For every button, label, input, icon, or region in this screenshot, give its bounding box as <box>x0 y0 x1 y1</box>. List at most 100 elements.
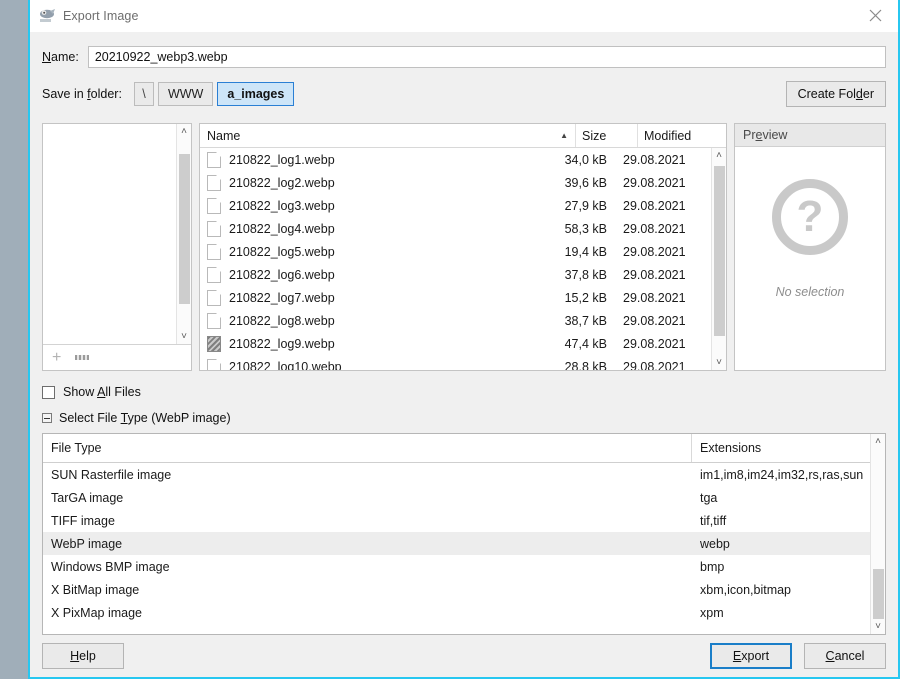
breadcrumb-item-root[interactable]: \ <box>133 82 154 106</box>
table-row[interactable]: 210822_log2.webp 39,6 kB 29.08.2021 <box>200 171 711 194</box>
table-row[interactable]: X PixMap image xpm <box>43 601 870 624</box>
document-icon <box>207 243 221 260</box>
file-type-extensions: xpm <box>700 605 724 620</box>
table-row[interactable]: 210822_log9.webp 47,4 kB 29.08.2021 <box>200 332 711 355</box>
table-row[interactable]: SUN Rasterfile image im1,im8,im24,im32,rs… <box>43 463 870 486</box>
file-name: 210822_log2.webp <box>229 175 335 190</box>
show-all-files-row[interactable]: Show All Files <box>42 383 886 401</box>
file-list-scrollbar[interactable]: ˄ ˅ <box>711 148 726 370</box>
file-list-body: 210822_log1.webp 34,0 kB 29.08.2021 210822… <box>200 148 726 370</box>
file-list-scrollbar-thumb[interactable] <box>714 166 725 336</box>
file-name: 210822_log10.webp <box>229 359 342 371</box>
table-row[interactable]: 210822_log6.webp 37,8 kB 29.08.2021 <box>200 263 711 286</box>
select-file-type-expander[interactable]: Select File Type (WebP image) <box>42 409 886 427</box>
file-type-name: TIFF image <box>51 513 115 528</box>
filename-input[interactable]: 20210922_webp3.webp <box>87 46 886 68</box>
thumbnail-icon <box>207 335 221 352</box>
cancel-button[interactable]: Cancel <box>804 643 886 669</box>
places-scrollbar-thumb[interactable] <box>179 154 190 304</box>
scroll-down-icon[interactable]: ˅ <box>875 619 881 634</box>
table-row[interactable]: 210822_log7.webp 15,2 kB 29.08.2021 <box>200 286 711 309</box>
places-toolbar: + <box>43 344 191 370</box>
document-icon <box>207 197 221 214</box>
create-folder-button[interactable]: Create Folder <box>785 81 886 107</box>
table-row[interactable]: X BitMap image xbm,icon,bitmap <box>43 578 870 601</box>
file-list-header: Name ▲ Size Modified <box>200 124 726 148</box>
table-row[interactable]: 210822_log5.webp 19,4 kB 29.08.2021 <box>200 240 711 263</box>
file-type-scrollbar[interactable]: ˄ ˅ <box>870 434 885 634</box>
document-icon <box>207 312 221 329</box>
help-button[interactable]: Help <box>42 643 124 669</box>
file-size: 58,3 kB <box>564 221 607 236</box>
file-type-name: X BitMap image <box>51 582 140 597</box>
file-size: 27,9 kB <box>564 198 607 213</box>
column-header-name-label: Name <box>207 128 241 143</box>
table-row[interactable]: 210822_log8.webp 38,7 kB 29.08.2021 <box>200 309 711 332</box>
export-button[interactable]: Export <box>710 643 792 669</box>
close-icon[interactable] <box>853 0 898 30</box>
show-all-files-checkbox[interactable] <box>42 385 55 399</box>
preview-header-label: Preview <box>743 128 788 142</box>
plus-icon[interactable]: + <box>52 349 61 366</box>
preview-caption: No selection <box>775 285 845 299</box>
table-row[interactable]: TIFF image tif,tiff <box>43 509 870 532</box>
scroll-up-icon[interactable]: ˄ <box>716 148 722 163</box>
scroll-up-icon[interactable]: ˄ <box>875 434 881 449</box>
column-header-name[interactable]: Name ▲ <box>200 124 576 147</box>
column-header-modified[interactable]: Modified <box>638 124 726 147</box>
breadcrumb-item-a-images[interactable]: a_images <box>217 82 295 106</box>
file-type-extensions: im1,im8,im24,im32,rs,ras,sun <box>700 467 864 482</box>
column-header-size[interactable]: Size <box>576 124 638 147</box>
file-size: 34,0 kB <box>564 152 607 167</box>
file-type-scrollbar-thumb[interactable] <box>873 569 884 619</box>
cancel-button-label: Cancel <box>825 649 865 663</box>
expander-minus-icon[interactable] <box>42 413 52 423</box>
file-size: 47,4 kB <box>564 336 607 351</box>
file-list: Name ▲ Size Modified 210822_log1.webp 34,… <box>199 123 727 371</box>
scroll-up-icon[interactable]: ˄ <box>181 124 187 139</box>
column-header-extensions[interactable]: Extensions <box>692 434 870 462</box>
file-modified: 29.08.2021 <box>623 359 686 371</box>
file-name: 210822_log1.webp <box>229 152 335 167</box>
file-type-extensions: webp <box>700 536 730 551</box>
document-icon <box>207 266 221 283</box>
file-type-table: File Type Extensions SUN Rasterfile imag… <box>42 433 886 635</box>
minus-icon[interactable] <box>75 355 90 360</box>
file-size: 19,4 kB <box>564 244 607 259</box>
file-name: 210822_log3.webp <box>229 198 335 213</box>
table-row[interactable]: 210822_log4.webp 58,3 kB 29.08.2021 <box>200 217 711 240</box>
file-type-rows: SUN Rasterfile image im1,im8,im24,im32,rs… <box>43 463 870 634</box>
scroll-down-icon[interactable]: ˅ <box>181 329 187 344</box>
file-name: 210822_log8.webp <box>229 313 335 328</box>
table-row[interactable]: TarGA image tga <box>43 486 870 509</box>
name-label: Name: <box>42 50 79 64</box>
file-type-name: WebP image <box>51 536 123 551</box>
table-row[interactable]: 210822_log1.webp 34,0 kB 29.08.2021 <box>200 148 711 171</box>
gimp-wilber-icon <box>38 8 56 24</box>
file-type-name: SUN Rasterfile image <box>51 467 172 482</box>
table-row-selected[interactable]: WebP image webp <box>43 532 870 555</box>
save-in-folder-label: Save in folder: <box>42 87 122 101</box>
create-folder-label: Create Folder <box>797 87 874 101</box>
scroll-down-icon[interactable]: ˅ <box>716 355 722 370</box>
file-name: 210822_log9.webp <box>229 336 335 351</box>
file-type-extensions: xbm,icon,bitmap <box>700 582 792 597</box>
column-header-file-type[interactable]: File Type <box>43 434 692 462</box>
title-bar: Export Image <box>30 0 898 32</box>
table-row[interactable]: 210822_log3.webp 27,9 kB 29.08.2021 <box>200 194 711 217</box>
file-modified: 29.08.2021 <box>623 290 686 305</box>
file-name: 210822_log5.webp <box>229 244 335 259</box>
places-list[interactable]: ˄ ˅ <box>43 124 191 344</box>
select-file-type-label: Select File Type (WebP image) <box>59 411 231 425</box>
file-type-name: X PixMap image <box>51 605 143 620</box>
document-icon <box>207 151 221 168</box>
file-modified: 29.08.2021 <box>623 267 686 282</box>
file-modified: 29.08.2021 <box>623 313 686 328</box>
breadcrumb-item-www[interactable]: WWW <box>157 82 214 106</box>
table-row[interactable]: Windows BMP image bmp <box>43 555 870 578</box>
file-modified: 29.08.2021 <box>623 152 686 167</box>
file-type-name: TarGA image <box>51 490 124 505</box>
table-row[interactable]: 210822_log10.webp 28,8 kB 29.08.2021 <box>200 355 711 370</box>
question-mark-icon: ? <box>772 179 848 255</box>
places-scrollbar[interactable]: ˄ ˅ <box>176 124 191 344</box>
